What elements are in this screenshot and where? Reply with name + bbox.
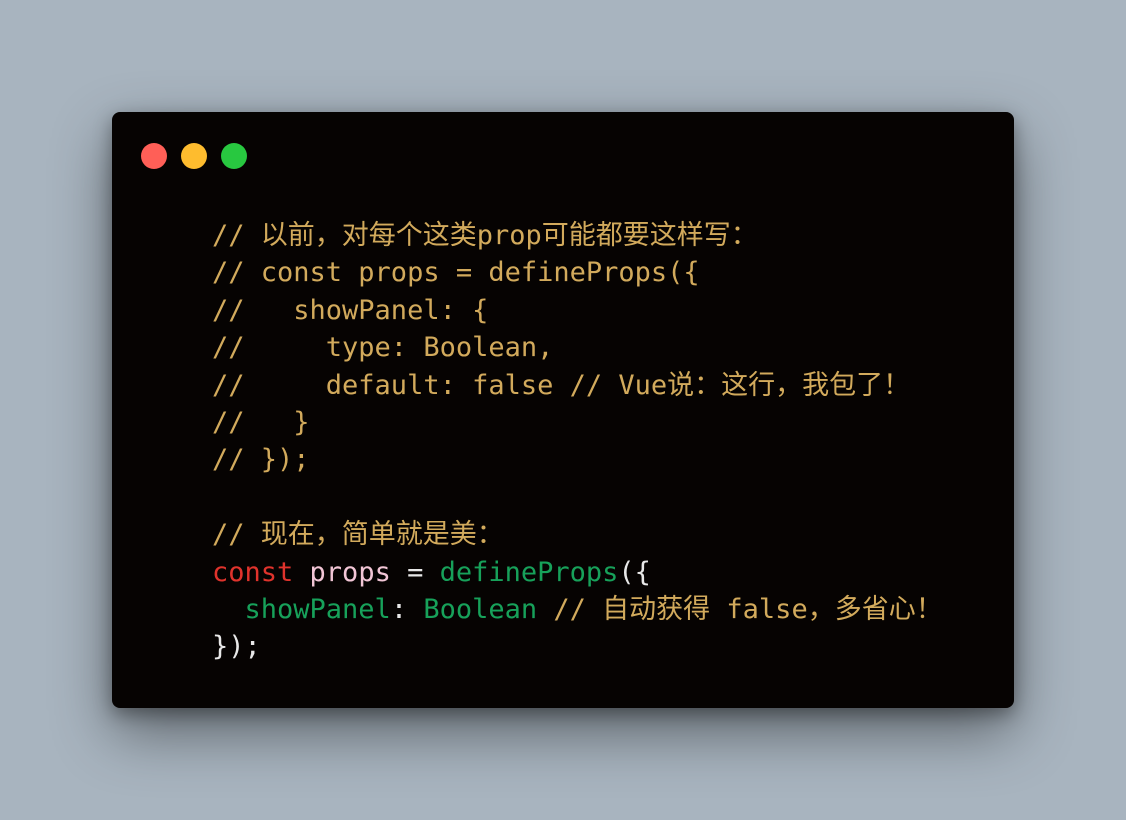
code-line-1: // 以前，对每个这类prop可能都要这样写： xyxy=(212,220,758,251)
code-line-11: showPanel: Boolean // 自动获得 false，多省心！ xyxy=(212,591,943,628)
code-line-7: // }); xyxy=(212,444,310,476)
colon: : xyxy=(390,593,424,625)
variable-props: props xyxy=(309,556,391,588)
window-controls xyxy=(141,143,247,169)
code-line-10: const props = defineProps({ xyxy=(212,554,943,591)
code-line-4: // type: Boolean, xyxy=(212,332,554,364)
code-block: // 以前，对每个这类prop可能都要这样写： // const props = … xyxy=(212,217,943,666)
code-line-2: // const props = defineProps({ xyxy=(212,257,700,289)
minimize-button[interactable] xyxy=(181,143,207,169)
type-boolean: Boolean xyxy=(423,593,538,625)
close-button[interactable] xyxy=(141,143,167,169)
keyword-const: const xyxy=(212,556,294,588)
open-brace: ({ xyxy=(618,556,651,588)
code-line-3: // showPanel: { xyxy=(212,294,489,326)
property-showpanel: showPanel xyxy=(244,593,391,625)
code-line-6: // } xyxy=(212,406,310,438)
code-line-5: // default: false // Vue说：这行，我包了！ xyxy=(212,369,911,401)
function-defineprops: defineProps xyxy=(439,556,619,588)
code-line-9: // 现在，简单就是美： xyxy=(212,519,504,551)
zoom-button[interactable] xyxy=(221,143,247,169)
code-line-12: }); xyxy=(212,631,261,663)
inline-comment: // 自动获得 false，多省心！ xyxy=(537,593,943,625)
code-window: // 以前，对每个这类prop可能都要这样写： // const props = … xyxy=(112,112,1014,708)
operator-equals: = xyxy=(390,556,440,588)
